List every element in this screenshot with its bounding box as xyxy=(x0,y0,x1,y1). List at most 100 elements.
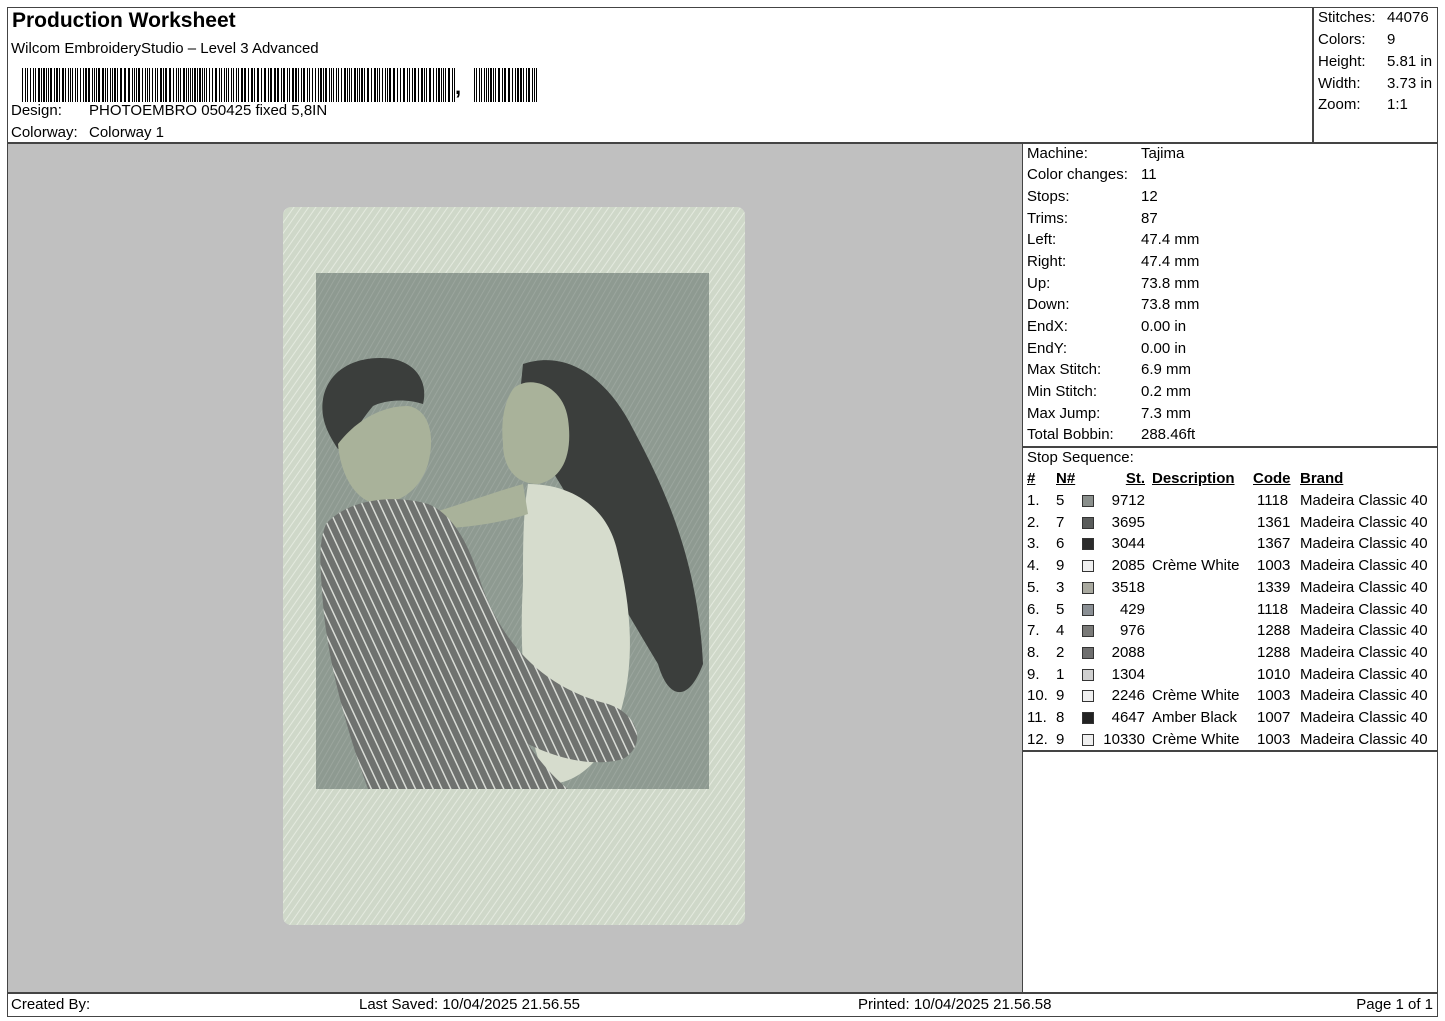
row-code: 1118 xyxy=(1257,492,1289,509)
col-header-needle: N# xyxy=(1056,470,1076,487)
left-label: Left: xyxy=(1027,231,1057,248)
row-brand: Madeira Classic 40 xyxy=(1300,600,1428,618)
row-number: 12. xyxy=(1027,730,1048,748)
stitches-label: Stitches: xyxy=(1318,9,1376,26)
up-label: Up: xyxy=(1027,275,1051,292)
row-stitches: 3518 xyxy=(1111,578,1145,596)
color-swatch xyxy=(1082,538,1094,551)
machine-label: Machine: xyxy=(1027,145,1088,162)
right-value: 47.4 mm xyxy=(1141,253,1200,270)
endy-label: EndY: xyxy=(1027,340,1068,357)
row-number: 9. xyxy=(1027,665,1040,683)
software-name: Wilcom EmbroideryStudio – Level 3 Advanc… xyxy=(11,40,319,57)
barcode-suffix: , xyxy=(455,74,462,99)
row-brand: Madeira Classic 40 xyxy=(1300,557,1428,575)
row-number: 1. xyxy=(1027,492,1040,509)
row-code: 1118 xyxy=(1257,600,1289,618)
max-stitch-value: 6.9 mm xyxy=(1141,361,1192,378)
color-changes-value: 11 xyxy=(1141,166,1157,183)
created-by: Created By: xyxy=(11,996,91,1013)
row-needle: 3 xyxy=(1056,578,1065,596)
row-needle: 5 xyxy=(1056,492,1065,509)
row-code: 1361 xyxy=(1257,513,1291,531)
design-preview-canvas xyxy=(7,143,1023,993)
row-code: 1010 xyxy=(1257,665,1291,683)
endy-value: 0.00 in xyxy=(1141,340,1187,357)
empty-panel xyxy=(1022,751,1438,993)
design-stats-panel: Stitches: 44076 Colors: 9 Height: 5.81 i… xyxy=(1313,7,1438,143)
row-code: 1003 xyxy=(1257,730,1291,748)
row-needle: 2 xyxy=(1056,643,1065,661)
col-header-brand: Brand xyxy=(1300,470,1344,487)
row-number: 11. xyxy=(1027,709,1047,726)
embroidery-preview xyxy=(283,207,745,925)
row-needle: 9 xyxy=(1056,730,1065,748)
row-description: Crème White xyxy=(1152,557,1240,575)
color-swatch xyxy=(1082,690,1094,703)
row-brand: Madeira Classic 40 xyxy=(1300,730,1428,748)
row-number: 6. xyxy=(1027,600,1040,618)
max-jump-label: Max Jump: xyxy=(1027,405,1101,422)
trims-label: Trims: xyxy=(1027,210,1069,227)
color-swatch xyxy=(1082,712,1094,724)
page-title: Production Worksheet xyxy=(12,9,236,32)
row-brand: Madeira Classic 40 xyxy=(1300,665,1428,683)
row-needle: 9 xyxy=(1056,687,1065,705)
row-description: Crème White xyxy=(1152,730,1240,748)
row-stitches: 976 xyxy=(1119,622,1145,640)
row-number: 8. xyxy=(1027,643,1040,661)
row-brand: Madeira Classic 40 xyxy=(1300,709,1428,726)
zoom-value: 1:1 xyxy=(1387,96,1408,113)
row-code: 1288 xyxy=(1257,622,1291,640)
row-number: 3. xyxy=(1027,535,1040,553)
machine-info-panel: Machine: Tajima Color changes: 11 Stops:… xyxy=(1022,143,1438,447)
row-brand: Madeira Classic 40 xyxy=(1300,535,1428,553)
color-swatch xyxy=(1082,668,1094,681)
row-code: 1288 xyxy=(1257,643,1291,661)
color-swatch xyxy=(1082,581,1094,594)
zoom-label: Zoom: xyxy=(1318,96,1361,113)
row-needle: 6 xyxy=(1056,535,1065,553)
max-stitch-label: Max Stitch: xyxy=(1027,361,1102,378)
colors-value: 9 xyxy=(1387,31,1396,48)
row-number: 5. xyxy=(1027,578,1040,596)
row-needle: 9 xyxy=(1056,557,1065,575)
min-stitch-value: 0.2 mm xyxy=(1141,383,1192,400)
row-code: 1007 xyxy=(1257,709,1291,726)
color-swatch xyxy=(1082,733,1094,746)
total-bobbin-label: Total Bobbin: xyxy=(1027,426,1114,443)
machine-value: Tajima xyxy=(1141,145,1185,162)
row-brand: Madeira Classic 40 xyxy=(1300,513,1428,531)
endx-label: EndX: xyxy=(1027,318,1068,335)
colors-label: Colors: xyxy=(1318,31,1366,48)
max-jump-value: 7.3 mm xyxy=(1141,405,1192,422)
row-description: Crème White xyxy=(1152,687,1240,705)
row-stitches: 2246 xyxy=(1111,687,1145,705)
last-saved: Last Saved: 10/04/2025 21.56.55 xyxy=(359,996,581,1013)
row-stitches: 10330 xyxy=(1103,730,1145,748)
row-needle: 4 xyxy=(1056,622,1065,640)
stop-sequence-title: Stop Sequence: xyxy=(1027,449,1134,466)
row-stitches: 3044 xyxy=(1111,535,1145,553)
color-swatch xyxy=(1082,603,1094,616)
row-number: 2. xyxy=(1027,513,1040,531)
col-header-stitches: St. xyxy=(1125,470,1145,487)
col-header-num: # xyxy=(1027,470,1036,487)
down-label: Down: xyxy=(1027,296,1070,313)
worksheet-footer: Created By: Last Saved: 10/04/2025 21.56… xyxy=(7,993,1438,1017)
width-value: 3.73 in xyxy=(1387,75,1433,92)
row-needle: 1 xyxy=(1056,665,1065,683)
row-code: 1003 xyxy=(1257,687,1291,705)
stop-sequence-panel: Stop Sequence: # N# St. Description Code… xyxy=(1022,447,1438,751)
colorway-label: Colorway: xyxy=(11,124,78,141)
row-brand: Madeira Classic 40 xyxy=(1300,643,1428,661)
color-swatch xyxy=(1082,646,1094,659)
stops-label: Stops: xyxy=(1027,188,1070,205)
row-stitches: 3695 xyxy=(1111,513,1145,531)
color-swatch xyxy=(1082,560,1094,573)
col-header-code: Code xyxy=(1253,470,1291,487)
page-number: Page 1 of 1 xyxy=(1356,996,1433,1013)
min-stitch-label: Min Stitch: xyxy=(1027,383,1098,400)
row-brand: Madeira Classic 40 xyxy=(1300,622,1428,640)
row-needle: 8 xyxy=(1056,709,1065,726)
